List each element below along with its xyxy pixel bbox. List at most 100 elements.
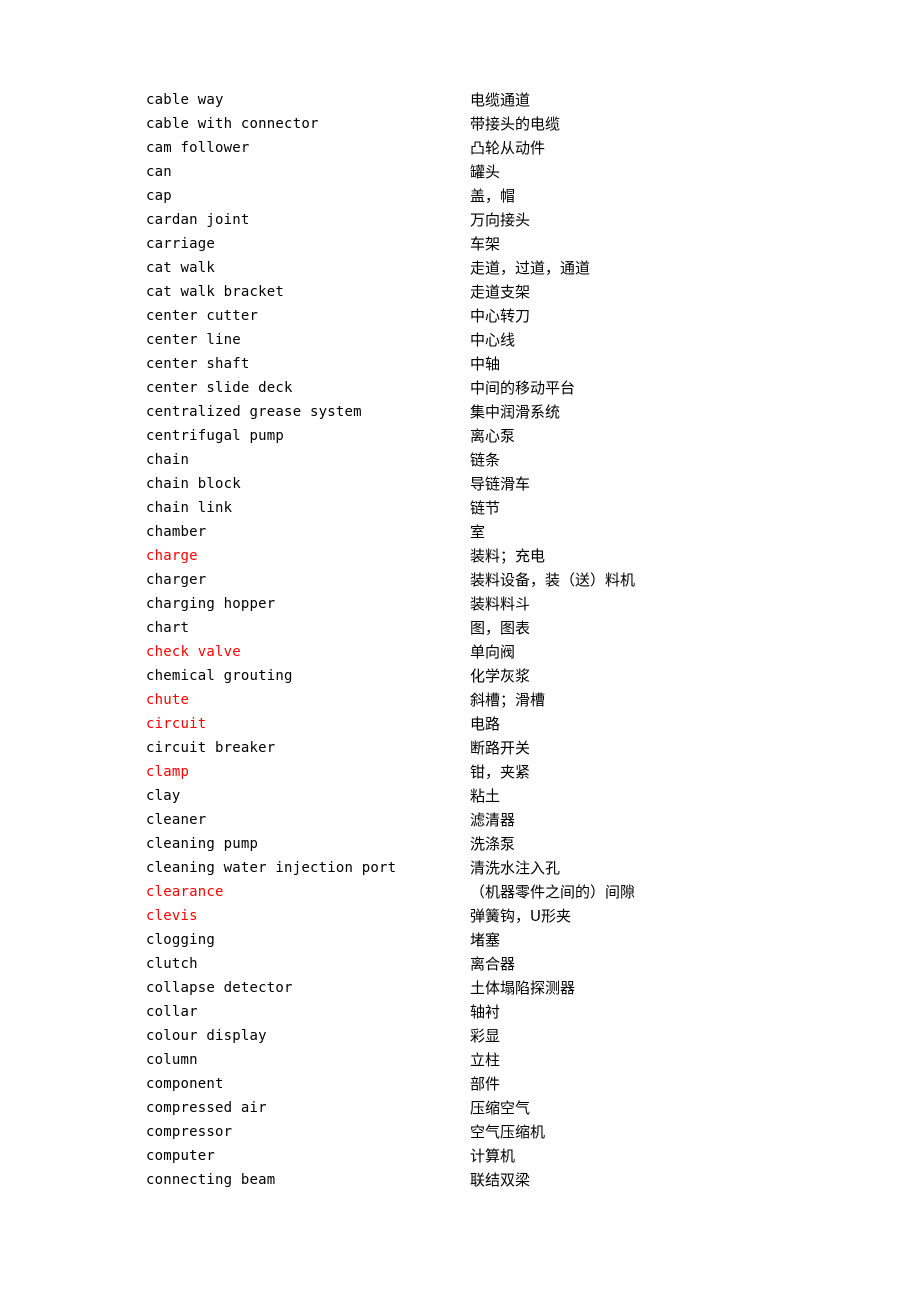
glossary-translation: 链条 (470, 451, 501, 469)
glossary-translation: 电缆通道 (470, 91, 531, 109)
glossary-translation: 粘土 (470, 787, 501, 805)
glossary-translation: 洗涤泵 (470, 835, 516, 853)
glossary-translation: 立柱 (470, 1051, 501, 1069)
glossary-translation: 万向接头 (470, 211, 531, 229)
glossary-term: component (146, 1076, 224, 1092)
glossary-entry: component 部件 (146, 1072, 846, 1096)
glossary-term: clay (146, 788, 181, 804)
glossary-term: clutch (146, 956, 198, 972)
glossary-term: connecting beam (146, 1172, 276, 1188)
glossary-entry: clearance （机器零件之间的）间隙 (146, 880, 846, 904)
glossary-translation: （机器零件之间的）间隙 (470, 883, 636, 901)
glossary-term: cleaning pump (146, 836, 259, 852)
glossary-translation: 罐头 (470, 163, 501, 181)
glossary-term: clevis (146, 908, 198, 924)
glossary-entry: clogging 堵塞 (146, 928, 846, 952)
glossary-translation: 斜槽；滑槽 (470, 691, 546, 709)
glossary-term: chemical grouting (146, 668, 293, 684)
glossary-term: check valve (146, 644, 241, 660)
glossary-entry: chemical grouting 化学灰浆 (146, 664, 846, 688)
glossary-entry: cleaner 滤清器 (146, 808, 846, 832)
glossary-term: chain (146, 452, 190, 468)
glossary-translation: 钳，夹紧 (470, 763, 531, 781)
glossary-translation: 走道，过道，通道 (470, 259, 591, 277)
glossary-translation: 图，图表 (470, 619, 531, 637)
glossary-entry: clutch 离合器 (146, 952, 846, 976)
glossary-translation: 堵塞 (470, 931, 501, 949)
glossary-term: cleaner (146, 812, 207, 828)
glossary-entry: center line 中心线 (146, 328, 846, 352)
glossary-term: compressor (146, 1124, 233, 1140)
glossary-entry: charger 装料设备，装（送）料机 (146, 568, 846, 592)
glossary-term: column (146, 1052, 198, 1068)
glossary-term: charger (146, 572, 207, 588)
glossary-entry: chain 链条 (146, 448, 846, 472)
glossary-entry: circuit breaker 断路开关 (146, 736, 846, 760)
glossary-entry: clamp 钳，夹紧 (146, 760, 846, 784)
glossary-term: center shaft (146, 356, 250, 372)
glossary-translation: 离心泵 (470, 427, 516, 445)
glossary-translation: 离合器 (470, 955, 516, 973)
glossary-translation: 中轴 (470, 355, 501, 373)
glossary-translation: 凸轮从动件 (470, 139, 546, 157)
glossary-term: colour display (146, 1028, 267, 1044)
glossary-entry: chain block 导链滑车 (146, 472, 846, 496)
glossary-entry: charge 装料；充电 (146, 544, 846, 568)
glossary-entry: cat walk bracket 走道支架 (146, 280, 846, 304)
glossary-entry: colour display 彩显 (146, 1024, 846, 1048)
glossary-term: center slide deck (146, 380, 293, 396)
glossary-entry: collapse detector 土体塌陷探测器 (146, 976, 846, 1000)
glossary-term: chain link (146, 500, 233, 516)
glossary-translation: 断路开关 (470, 739, 531, 757)
glossary-translation: 走道支架 (470, 283, 531, 301)
glossary-translation: 单向阀 (470, 643, 516, 661)
glossary-translation: 联结双梁 (470, 1171, 531, 1189)
glossary-translation: 装料料斗 (470, 595, 531, 613)
glossary-entry: chart 图，图表 (146, 616, 846, 640)
glossary-entry: cable with connector 带接头的电缆 (146, 112, 846, 136)
glossary-translation: 中心转刀 (470, 307, 531, 325)
glossary-term: cam follower (146, 140, 250, 156)
glossary-term: circuit (146, 716, 207, 732)
glossary-entry: chain link 链节 (146, 496, 846, 520)
glossary-entry: cam follower 凸轮从动件 (146, 136, 846, 160)
glossary-translation: 彩显 (470, 1027, 501, 1045)
glossary-entry-list: cable way 电缆通道 cable with connector 带接头的电缆 c… (146, 88, 846, 1192)
glossary-entry: column 立柱 (146, 1048, 846, 1072)
glossary-term: chart (146, 620, 190, 636)
glossary-translation: 清洗水注入孔 (470, 859, 561, 877)
glossary-translation: 室 (470, 523, 486, 541)
glossary-term: clamp (146, 764, 190, 780)
glossary-entry: cleaning water injection port 清洗水注入孔 (146, 856, 846, 880)
glossary-entry: chamber 室 (146, 520, 846, 544)
glossary-term: clogging (146, 932, 216, 948)
glossary-translation: 带接头的电缆 (470, 115, 561, 133)
glossary-translation: 部件 (470, 1075, 501, 1093)
glossary-entry: center shaft 中轴 (146, 352, 846, 376)
glossary-entry: cap 盖，帽 (146, 184, 846, 208)
glossary-term: centralized grease system (146, 404, 362, 420)
glossary-term: cardan joint (146, 212, 250, 228)
glossary-translation: 计算机 (470, 1147, 516, 1165)
glossary-term: charging hopper (146, 596, 276, 612)
glossary-entry: center cutter 中心转刀 (146, 304, 846, 328)
glossary-entry: charging hopper 装料料斗 (146, 592, 846, 616)
document-page: cable way 电缆通道 cable with connector 带接头的电缆 c… (0, 0, 920, 1302)
glossary-translation: 压缩空气 (470, 1099, 531, 1117)
glossary-entry: cardan joint 万向接头 (146, 208, 846, 232)
glossary-term: collar (146, 1004, 198, 1020)
glossary-entry: cable way 电缆通道 (146, 88, 846, 112)
glossary-entry: compressor 空气压缩机 (146, 1120, 846, 1144)
glossary-entry: connecting beam 联结双梁 (146, 1168, 846, 1192)
glossary-term: cat walk (146, 260, 216, 276)
glossary-translation: 空气压缩机 (470, 1123, 546, 1141)
glossary-translation: 中间的移动平台 (470, 379, 576, 397)
glossary-term: cable way (146, 92, 224, 108)
glossary-entry: cleaning pump 洗涤泵 (146, 832, 846, 856)
glossary-translation: 滤清器 (470, 811, 516, 829)
glossary-term: computer (146, 1148, 216, 1164)
glossary-translation: 链节 (470, 499, 501, 517)
glossary-term: cat walk bracket (146, 284, 285, 300)
glossary-entry: centrifugal pump 离心泵 (146, 424, 846, 448)
glossary-term: clearance (146, 884, 224, 900)
